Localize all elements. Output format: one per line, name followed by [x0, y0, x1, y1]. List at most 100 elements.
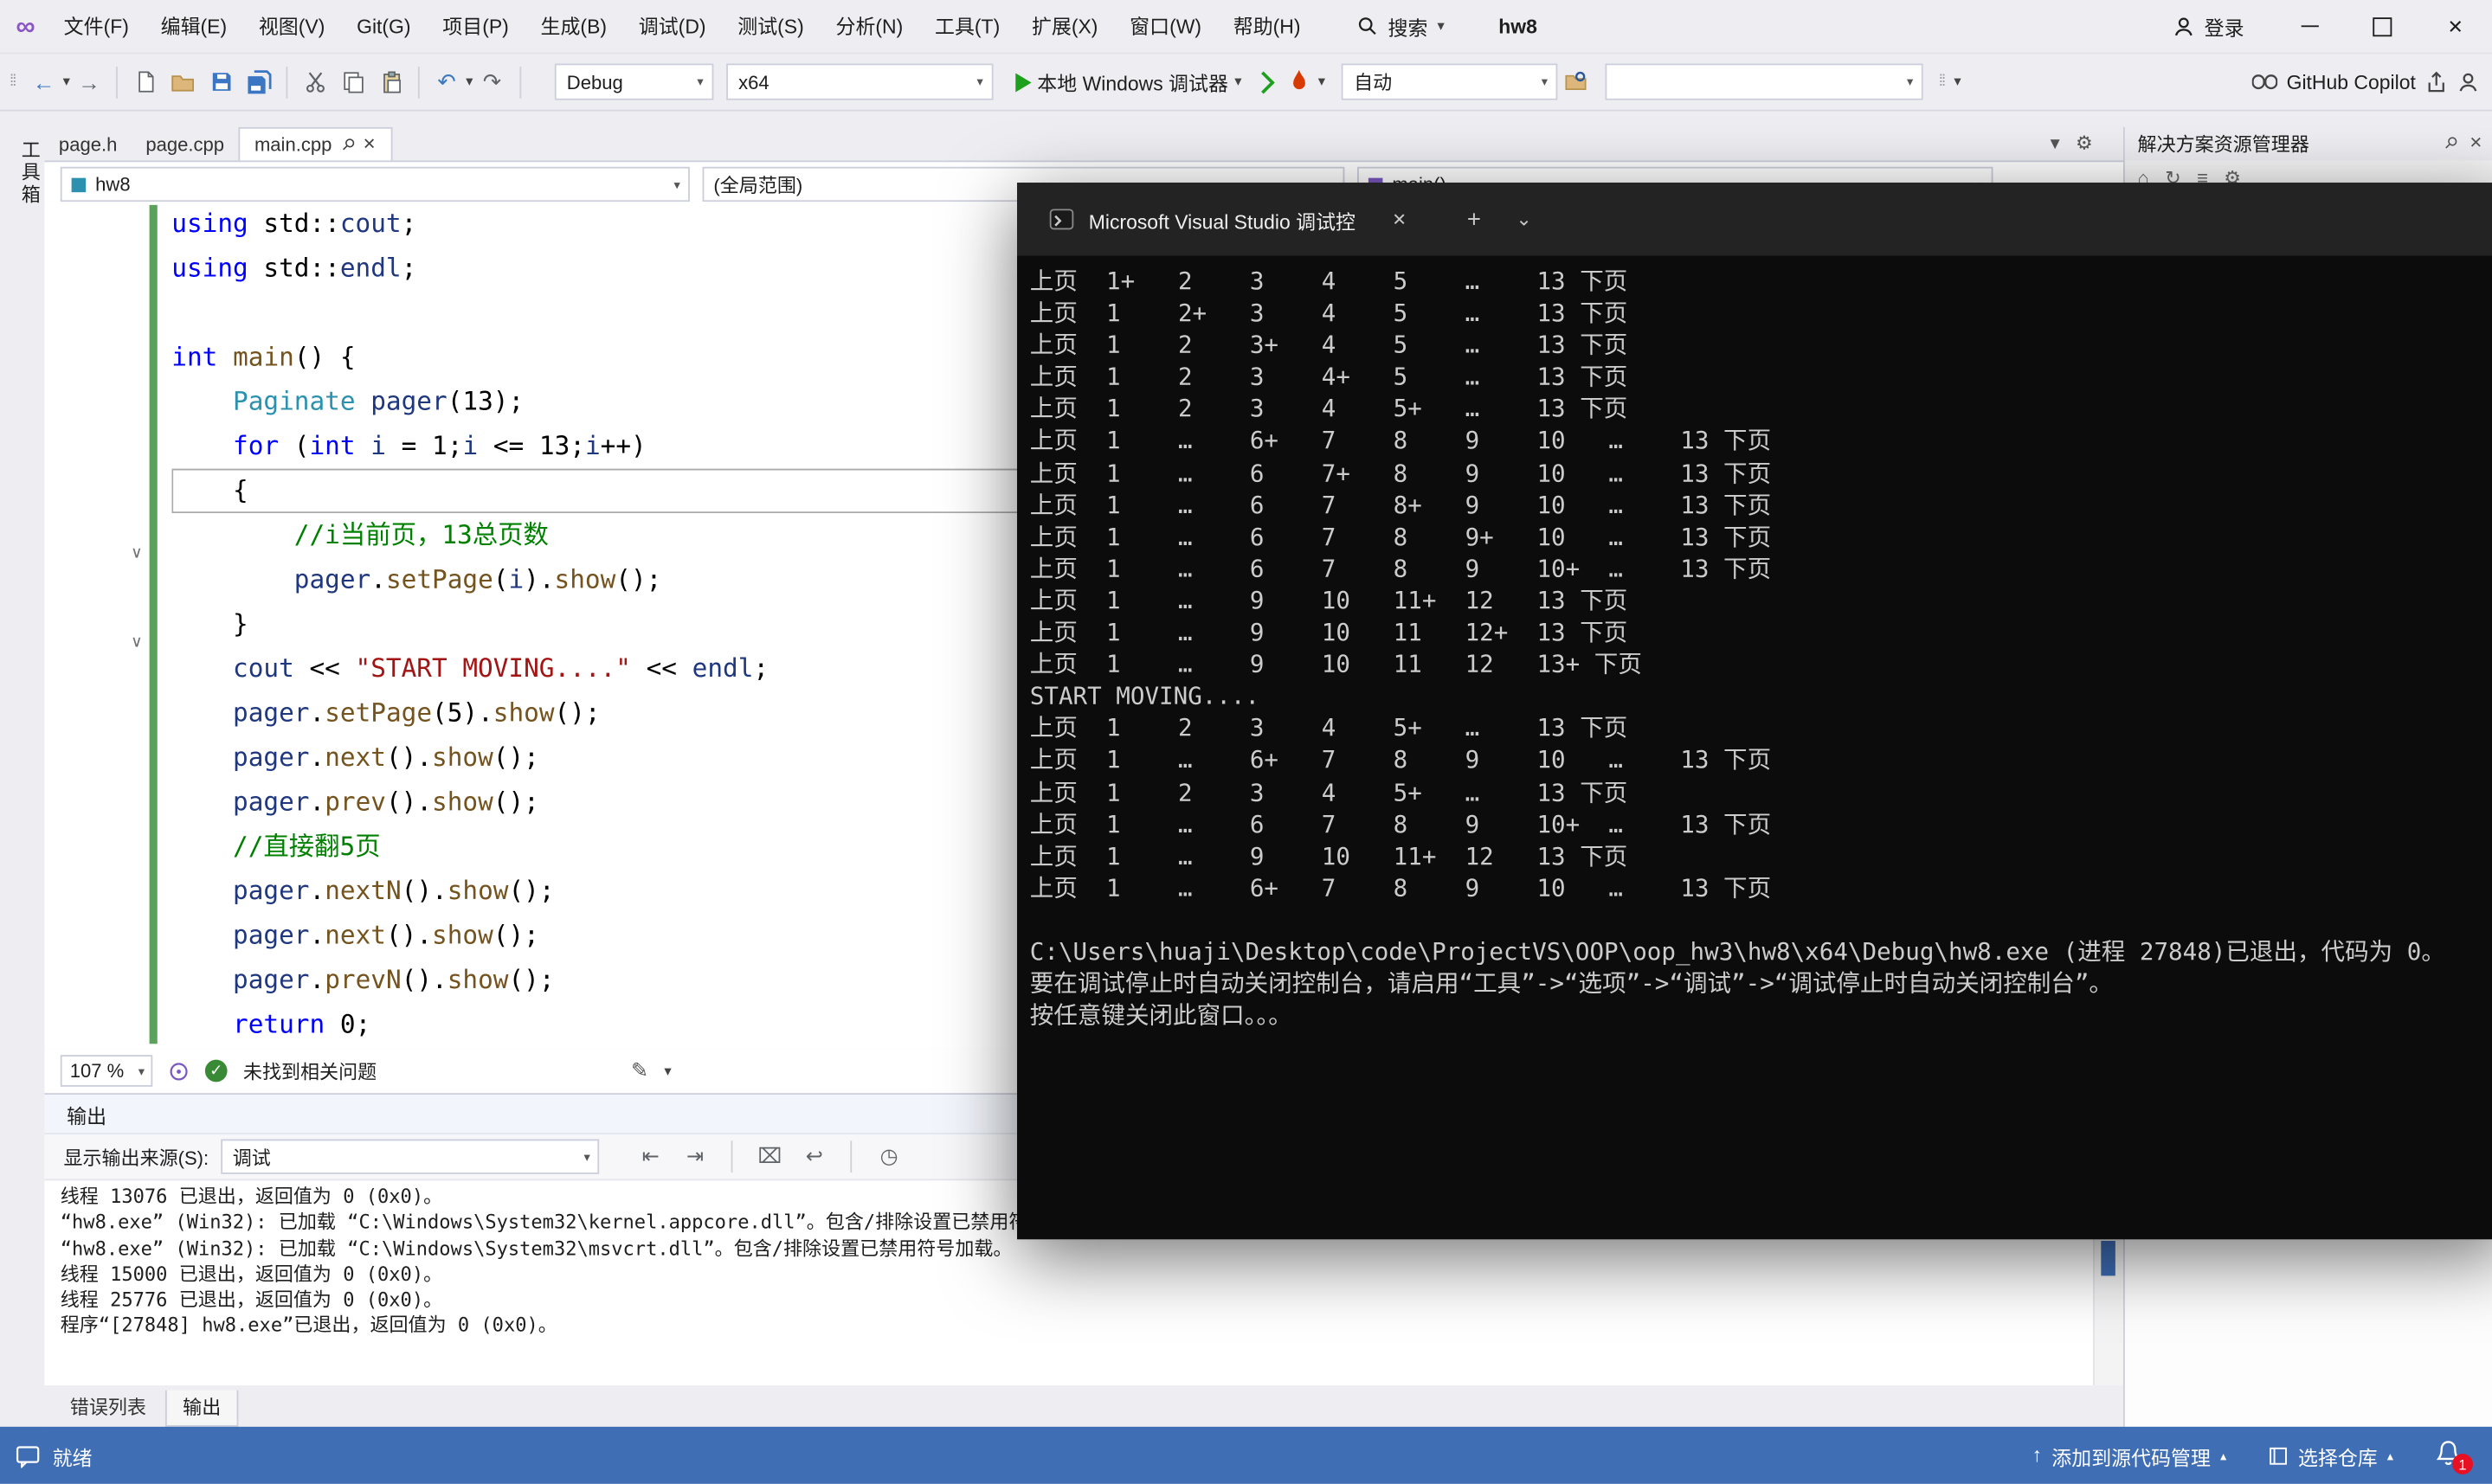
platform-dropdown[interactable]: x64▾ [725, 63, 992, 100]
tab-list-dropdown-icon[interactable]: ▾ [2051, 132, 2060, 154]
output-line: 线程 15000 已退出，返回值为 0 (0x0)。 [61, 1262, 2092, 1288]
chevron-down-icon[interactable]: ▾ [1318, 73, 1325, 90]
feedback-icon[interactable] [16, 1443, 40, 1468]
toolbox-vertical-tab[interactable]: 工具箱 [0, 131, 44, 207]
sign-in-button[interactable]: 登录 [2173, 11, 2244, 42]
attach-dropdown[interactable]: 自动▾ [1341, 63, 1557, 100]
menu-item[interactable]: 编辑(E) [145, 0, 242, 54]
health-check-icon[interactable]: ✓ [205, 1060, 228, 1082]
save-button[interactable] [202, 63, 240, 101]
hot-reload-button[interactable] [1280, 63, 1318, 101]
console-body[interactable]: 上页 1+ 2 3 4 5 … 13 下页 上页 1 2+ 3 4 5 … 13… [1017, 256, 2492, 1240]
new-tab-icon[interactable]: + [1467, 206, 1481, 233]
open-file-button[interactable] [164, 63, 202, 101]
pin-icon[interactable]: ⚲ [2440, 133, 2461, 154]
minimize-button[interactable] [2273, 0, 2346, 54]
status-ready-label: 就绪 [53, 1440, 93, 1470]
menu-item[interactable]: 项目(P) [427, 0, 525, 54]
word-wrap-icon[interactable]: ↩ [798, 1144, 830, 1169]
share-icon[interactable] [2425, 71, 2448, 93]
project-dropdown[interactable]: hw8 ▾ [61, 167, 690, 202]
notifications-button[interactable]: 1 [2435, 1440, 2467, 1472]
zoom-dropdown[interactable]: 107 % ▾ [61, 1055, 152, 1087]
menu-item[interactable]: 调试(D) [622, 0, 721, 54]
menu-item[interactable]: 分析(N) [820, 0, 918, 54]
toolbar-overflow-icon[interactable]: ▾ [1954, 73, 1961, 90]
solution-explorer-title: 解决方案资源管理器 [2138, 131, 2309, 157]
next-message-icon[interactable]: ⇥ [679, 1144, 712, 1169]
menu-item[interactable]: 扩展(X) [1016, 0, 1114, 54]
save-all-button[interactable] [240, 63, 278, 101]
new-file-button[interactable] [126, 63, 164, 101]
maximize-button[interactable] [2346, 0, 2418, 54]
cut-button[interactable] [296, 63, 334, 101]
output-title: 输出 [67, 1099, 106, 1129]
menu-item[interactable]: 生成(B) [525, 0, 622, 54]
chevron-down-icon[interactable]: ▾ [664, 1062, 671, 1079]
back-caret-icon[interactable]: ▾ [63, 73, 70, 90]
scrollbar-thumb[interactable] [2101, 1241, 2115, 1275]
start-debug-button[interactable]: 本地 Windows 调试器 ▾ [1015, 67, 1242, 97]
menu-item[interactable]: 帮助(H) [1217, 0, 1316, 54]
copilot-button[interactable]: GitHub Copilot [2251, 71, 2479, 93]
tab-main.cpp[interactable]: main.cpp⚲✕ [239, 127, 392, 161]
select-repo-label: 选择仓库 [2298, 1440, 2378, 1470]
tab-error-list[interactable]: 错误列表 [54, 1391, 162, 1425]
timestamp-icon[interactable]: ◷ [873, 1144, 905, 1169]
collapse-icon[interactable]: ∨ [124, 545, 149, 562]
find-in-files-button[interactable] [1557, 63, 1595, 101]
search-caret-icon: ▾ [1437, 17, 1444, 35]
navigate-forward-button[interactable]: → [70, 63, 108, 101]
console-tab[interactable]: Microsoft Visual Studio 调试控 ✕ [1030, 183, 1426, 255]
undo-caret-icon[interactable]: ▾ [466, 73, 473, 90]
tab-page.cpp[interactable]: page.cpp [132, 127, 239, 161]
undo-button[interactable]: ↶ [428, 63, 466, 101]
feedback-icon[interactable] [2457, 71, 2480, 93]
search-toolbar-dropdown[interactable]: ▾ [1605, 63, 1922, 100]
close-icon[interactable]: ✕ [363, 136, 376, 153]
menu-item[interactable]: 视图(V) [242, 0, 340, 54]
pin-icon[interactable]: ⚲ [337, 134, 357, 155]
zoom-value: 107 % [70, 1060, 124, 1082]
sync-icon[interactable] [169, 1061, 190, 1082]
window-title: hw8 [1498, 15, 1537, 37]
chevron-down-icon: ▾ [1907, 74, 1913, 89]
close-tab-icon[interactable]: ✕ [1392, 209, 1407, 229]
start-without-debug-button[interactable] [1242, 63, 1280, 101]
sign-in-label: 登录 [2205, 11, 2244, 42]
code-cleanup-icon[interactable]: ✎ [631, 1058, 648, 1083]
select-repository-button[interactable]: 选择仓库 ▴ [2268, 1440, 2393, 1470]
tab-dropdown-icon[interactable]: ⌄ [1516, 209, 1531, 231]
prev-message-icon[interactable]: ⇤ [634, 1144, 666, 1169]
menu-item[interactable]: 测试(S) [722, 0, 820, 54]
console-title-bar[interactable]: Microsoft Visual Studio 调试控 ✕ + ⌄ [1017, 183, 2492, 255]
debug-console-window[interactable]: Microsoft Visual Studio 调试控 ✕ + ⌄ 上页 1+ … [1017, 183, 2492, 1239]
menu-item[interactable]: 文件(F) [48, 0, 145, 54]
chevron-down-icon: ▾ [1234, 73, 1241, 90]
console-title: Microsoft Visual Studio 调试控 [1089, 204, 1355, 234]
add-to-source-control-button[interactable]: ↑ 添加到源代码管理 ▴ [2032, 1440, 2227, 1470]
navigate-back-button[interactable]: ← [25, 63, 63, 101]
solution-explorer-header[interactable]: 解决方案资源管理器 ⚲ ✕ [2125, 127, 2492, 161]
tab-page.h[interactable]: page.h [44, 127, 131, 161]
triangle-up-icon: ▴ [2387, 1449, 2393, 1463]
editor-tabs: page.hpage.cppmain.cpp⚲✕ [44, 127, 391, 161]
paste-button[interactable] [372, 63, 410, 101]
tab-output[interactable]: 输出 [165, 1391, 238, 1427]
redo-button[interactable]: ↷ [473, 63, 511, 101]
copy-button[interactable] [334, 63, 372, 101]
menu-item[interactable]: 窗口(W) [1114, 0, 1218, 54]
output-source-dropdown[interactable]: 调试 ▾ [222, 1139, 600, 1173]
menu-item[interactable]: 工具(T) [919, 0, 1016, 54]
solution-config-dropdown[interactable]: Debug▾ [554, 63, 713, 100]
collapse-icon[interactable]: ∨ [124, 634, 149, 652]
chevron-down-icon: ▾ [697, 74, 703, 89]
close-icon[interactable]: ✕ [2469, 135, 2482, 152]
close-window-button[interactable]: ✕ [2419, 0, 2492, 54]
chevron-down-icon: ▾ [976, 74, 982, 89]
menu-item[interactable]: Git(G) [341, 0, 427, 54]
gear-icon[interactable]: ⚙ [2076, 132, 2093, 154]
clear-output-icon[interactable]: ⌧ [754, 1144, 786, 1169]
search-box[interactable]: 搜索 ▾ [1358, 11, 1445, 42]
output-line: “hw8.exe” (Win32): 已加载 “C:\Windows\Syste… [61, 1236, 2092, 1262]
